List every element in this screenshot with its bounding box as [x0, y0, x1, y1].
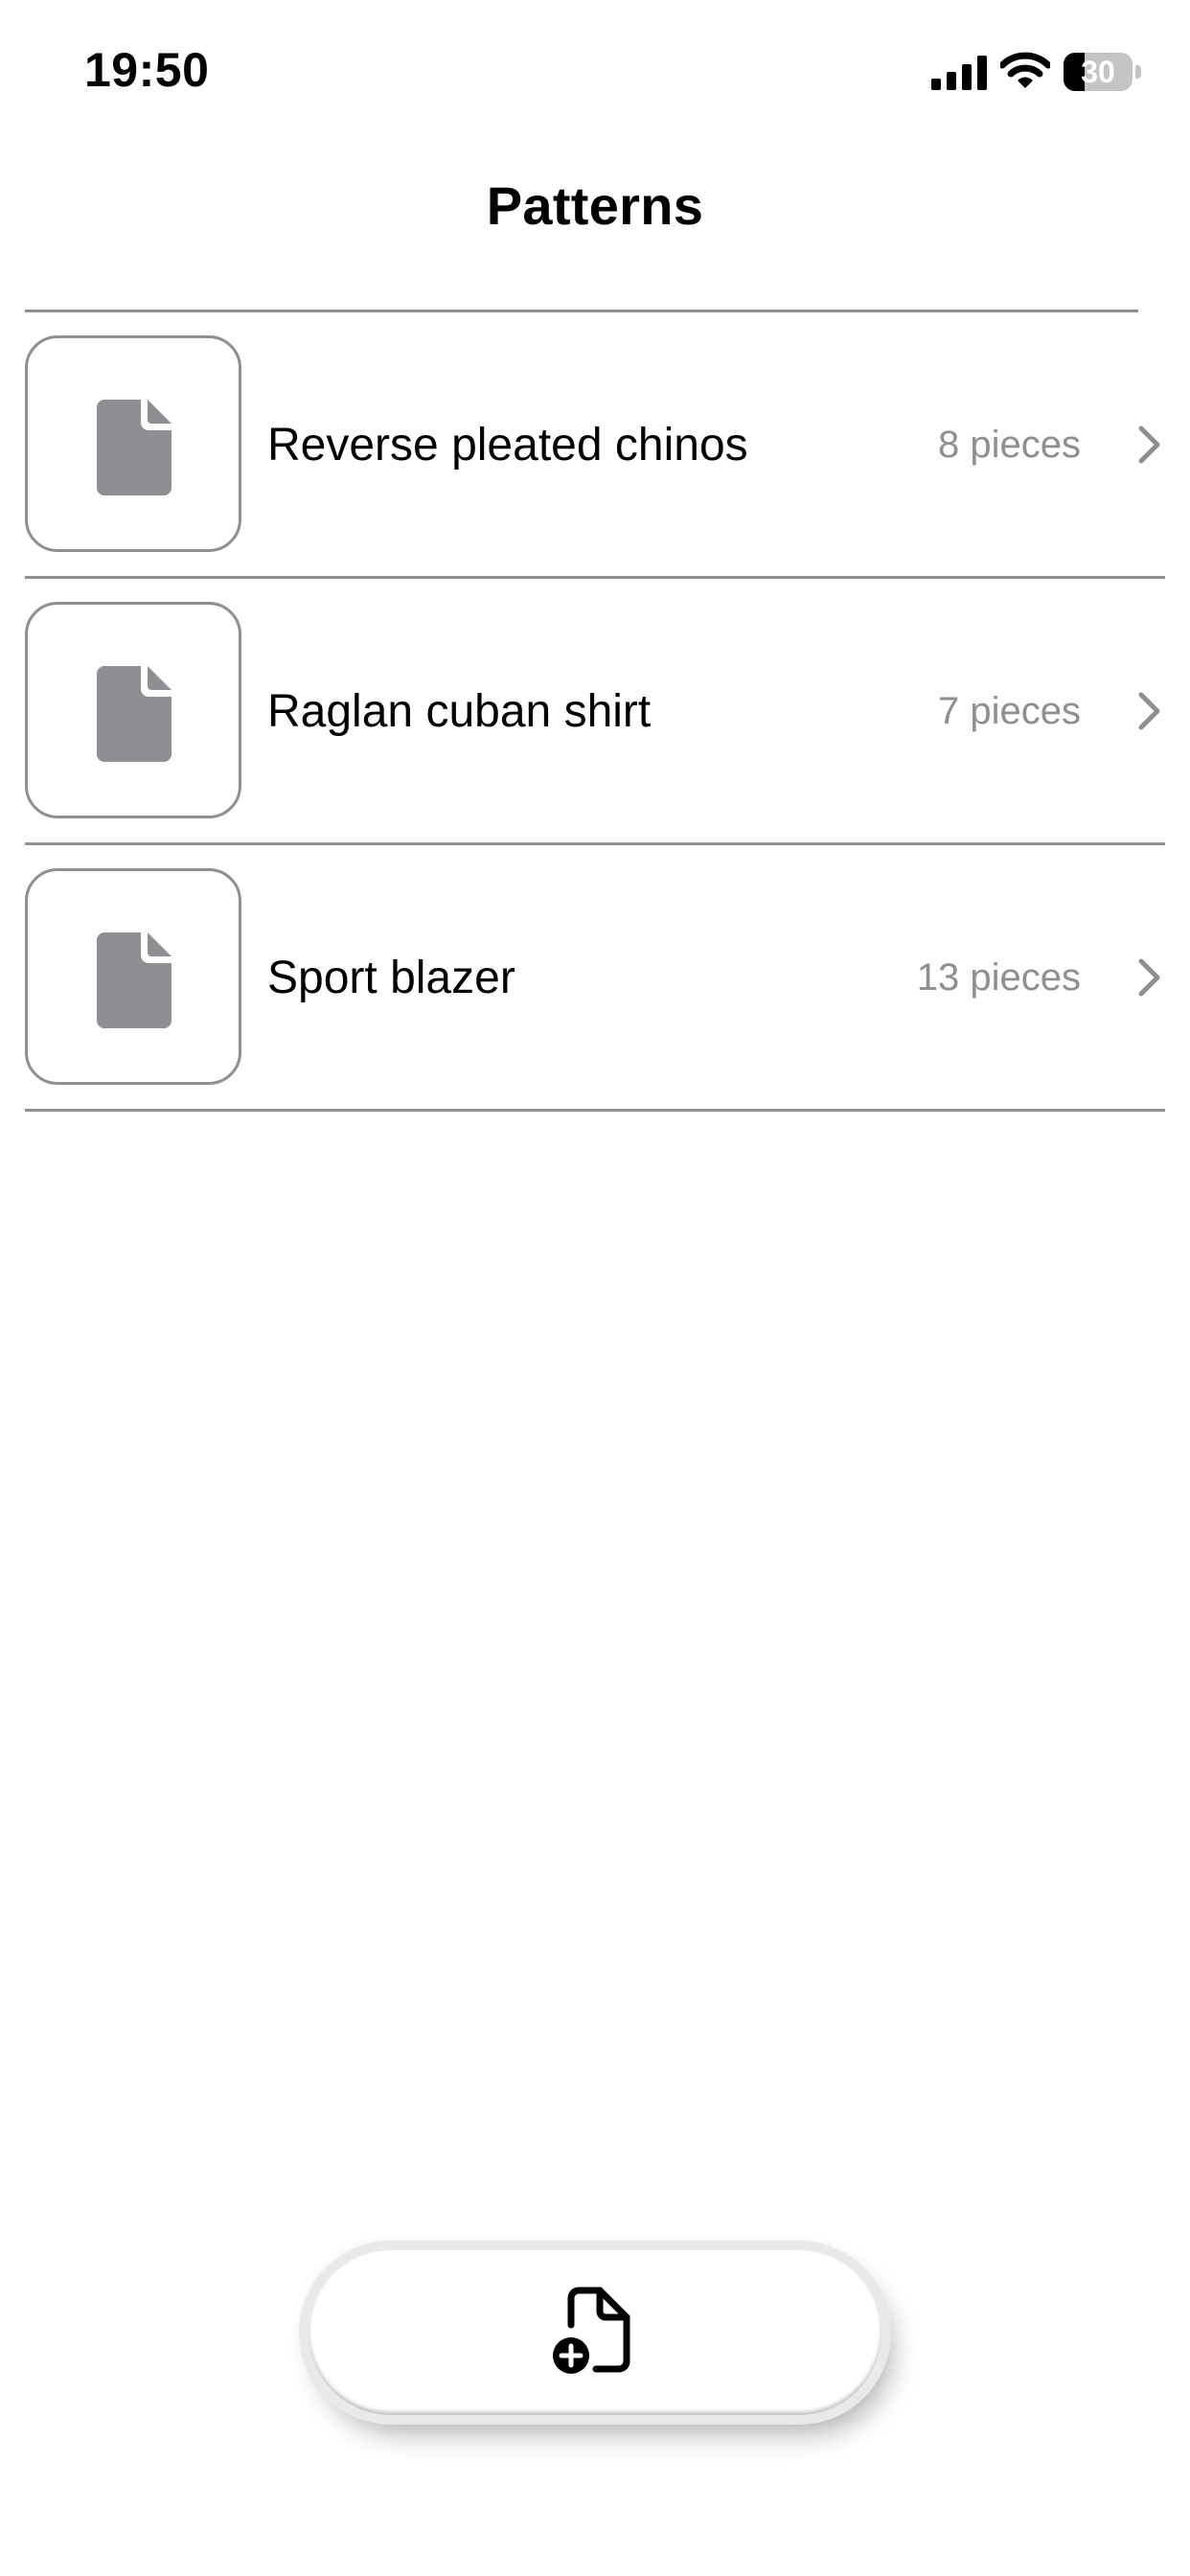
- pattern-row[interactable]: Raglan cuban shirt 7 pieces: [0, 579, 1190, 845]
- pattern-thumbnail: [25, 602, 241, 818]
- pattern-row[interactable]: Reverse pleated chinos 8 pieces: [0, 312, 1190, 579]
- pattern-name: Raglan cuban shirt: [267, 686, 652, 737]
- wifi-icon: [1000, 52, 1050, 88]
- row-divider: [25, 1109, 1165, 1112]
- pattern-name: Reverse pleated chinos: [267, 420, 748, 471]
- document-icon: [97, 400, 172, 495]
- piece-count: 8 pieces: [938, 424, 1081, 466]
- document-icon: [97, 932, 172, 1028]
- pattern-thumbnail: [25, 335, 241, 552]
- page-title: Patterns: [486, 175, 704, 236]
- signal-icon: [931, 56, 987, 90]
- pattern-thumbnail: [25, 868, 241, 1085]
- chevron-right-icon: [1138, 958, 1160, 997]
- battery-level: 30: [1081, 55, 1115, 89]
- pattern-row[interactable]: Sport blazer 13 pieces: [0, 845, 1190, 1112]
- battery-body: 30: [1064, 53, 1133, 91]
- status-time: 19:50: [84, 43, 210, 97]
- status-bar: 19:50 30: [0, 0, 1190, 144]
- chevron-right-icon: [1138, 426, 1160, 464]
- add-pattern-button[interactable]: [309, 2250, 881, 2415]
- document-plus-icon: [553, 2287, 630, 2374]
- chevron-right-icon: [1138, 692, 1160, 730]
- piece-count: 13 pieces: [916, 956, 1081, 999]
- piece-count: 7 pieces: [938, 690, 1081, 732]
- battery-cap: [1135, 65, 1141, 79]
- document-icon: [97, 666, 172, 762]
- pattern-name: Sport blazer: [267, 953, 515, 1003]
- pattern-list: Reverse pleated chinos 8 pieces Raglan c…: [0, 312, 1190, 1112]
- battery-icon: 30: [1064, 53, 1142, 91]
